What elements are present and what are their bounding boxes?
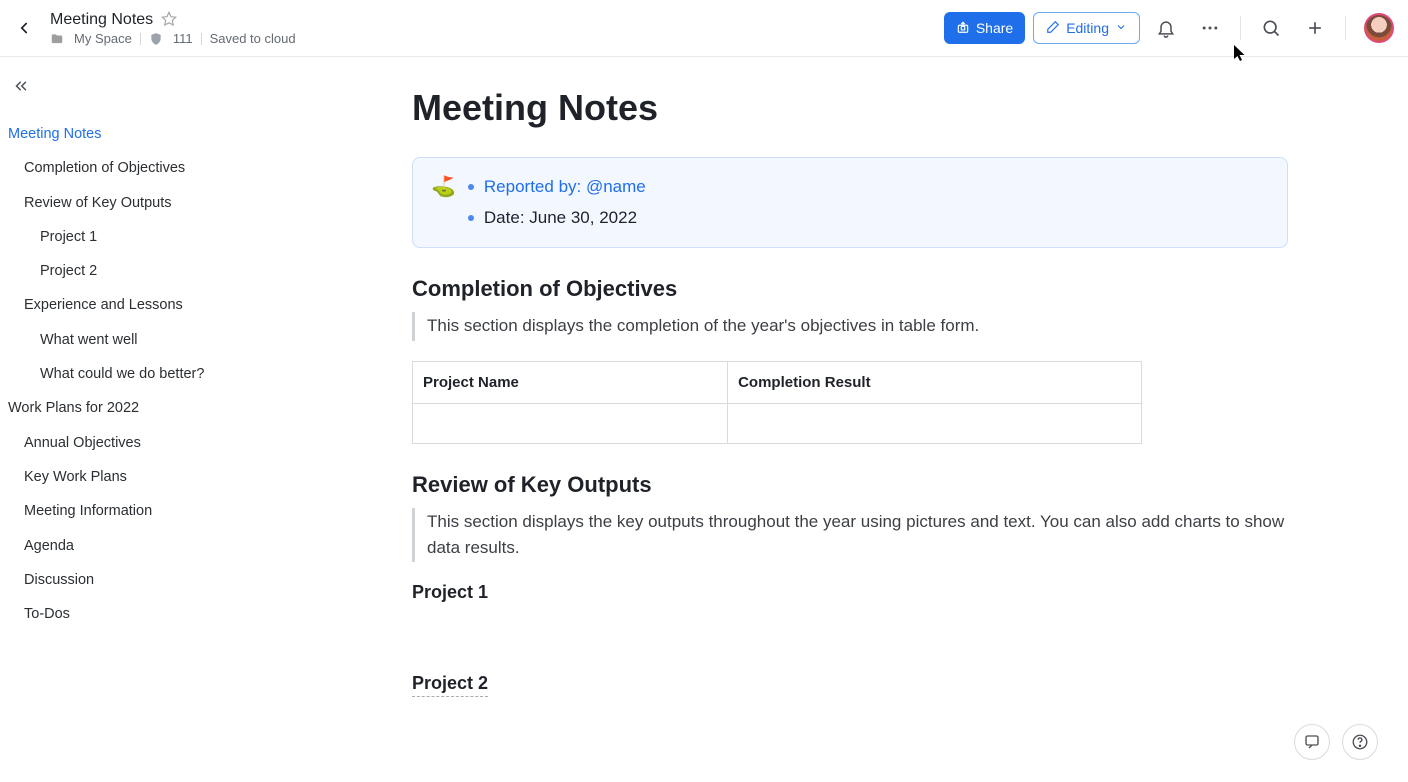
outline-item[interactable]: Work Plans for 2022 xyxy=(8,391,322,425)
star-icon[interactable] xyxy=(161,11,177,27)
outline-item[interactable]: Annual Objectives xyxy=(8,426,322,460)
outline-item[interactable]: To-Dos xyxy=(8,597,322,631)
outline-item[interactable]: Discussion xyxy=(8,563,322,597)
outline-item[interactable]: Agenda xyxy=(8,529,322,563)
search-button[interactable] xyxy=(1253,10,1289,46)
date-line[interactable]: Date: June 30, 2022 xyxy=(484,203,637,234)
outline-item[interactable]: Project 2 xyxy=(8,254,322,288)
flag-icon: ⛳ xyxy=(431,172,456,233)
quote-block[interactable]: This section displays the key outputs th… xyxy=(412,508,1288,563)
chevron-down-icon xyxy=(1115,20,1127,36)
doc-title[interactable]: Meeting Notes xyxy=(50,10,153,29)
page-title[interactable]: Meeting Notes xyxy=(412,87,1288,129)
outline-item[interactable]: Completion of Objectives xyxy=(8,151,322,185)
sub-heading[interactable]: Project 2 xyxy=(412,673,1288,697)
editing-mode-button[interactable]: Editing xyxy=(1033,12,1140,44)
objectives-table[interactable]: Project Name Completion Result xyxy=(412,361,1142,444)
topbar: Meeting Notes My Space 111 Saved to clou… xyxy=(0,0,1408,57)
callout-block[interactable]: ⛳ Reported by: @name Date: June 30, 2022 xyxy=(412,157,1288,248)
col-header[interactable]: Completion Result xyxy=(728,361,1142,403)
feedback-button[interactable] xyxy=(1294,724,1330,760)
add-button[interactable] xyxy=(1297,10,1333,46)
document-body[interactable]: Meeting Notes ⛳ Reported by: @name Date:… xyxy=(330,57,1408,782)
user-avatar[interactable] xyxy=(1364,13,1394,43)
more-menu-button[interactable] xyxy=(1192,10,1228,46)
col-header[interactable]: Project Name xyxy=(413,361,728,403)
back-button[interactable] xyxy=(6,10,42,46)
outline-item[interactable]: Review of Key Outputs xyxy=(8,186,322,220)
sub-heading[interactable]: Project 1 xyxy=(412,582,1288,603)
outline-item[interactable]: Meeting Information xyxy=(8,494,322,528)
outline-item[interactable]: Project 1 xyxy=(8,220,322,254)
pencil-icon xyxy=(1046,20,1060,37)
outline-sidebar: Meeting Notes Completion of Objectives R… xyxy=(0,57,330,782)
outline-item[interactable]: Key Work Plans xyxy=(8,460,322,494)
table-row[interactable] xyxy=(413,403,1142,443)
section-heading[interactable]: Completion of Objectives xyxy=(412,276,1288,302)
help-button[interactable] xyxy=(1342,724,1378,760)
reported-by-line[interactable]: Reported by: @name xyxy=(484,172,646,203)
bullet-icon xyxy=(468,184,474,190)
bullet-icon xyxy=(468,215,474,221)
quote-block[interactable]: This section displays the completion of … xyxy=(412,312,1288,340)
collapse-sidebar-button[interactable] xyxy=(8,77,322,99)
outline-item-meeting-notes[interactable]: Meeting Notes xyxy=(8,117,322,151)
folder-icon xyxy=(50,32,64,46)
outline-item[interactable]: What went well xyxy=(8,323,322,357)
shield-icon xyxy=(149,32,163,46)
section-heading[interactable]: Review of Key Outputs xyxy=(412,472,1288,498)
save-status: Saved to cloud xyxy=(210,31,296,47)
share-icon xyxy=(956,20,970,37)
outline-item[interactable]: What could we do better? xyxy=(8,357,322,391)
badge-number[interactable]: 111 xyxy=(173,31,193,47)
outline-item[interactable]: Experience and Lessons xyxy=(8,288,322,322)
notifications-button[interactable] xyxy=(1148,10,1184,46)
share-button[interactable]: Share xyxy=(944,12,1025,44)
space-name[interactable]: My Space xyxy=(74,31,132,47)
